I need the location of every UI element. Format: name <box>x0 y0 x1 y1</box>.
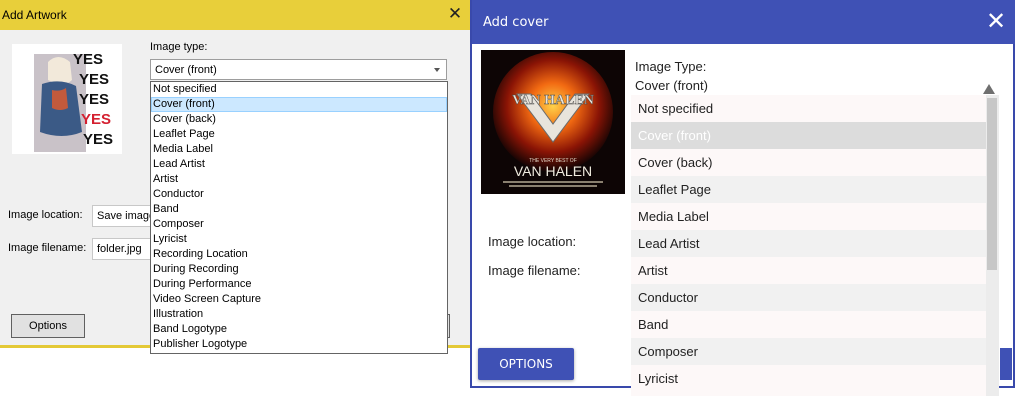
dropdown-option[interactable]: Lead Artist <box>151 157 447 172</box>
dropdown-option[interactable]: During Performance <box>151 277 447 292</box>
options-button[interactable]: Options <box>11 314 85 338</box>
dropdown-option[interactable]: Cover (front) <box>151 97 447 112</box>
scroll-up-arrow-icon[interactable] <box>983 84 995 94</box>
image-type-dropdown[interactable]: Not specified Cover (front) Cover (back) Le… <box>631 95 999 396</box>
dropdown-option[interactable]: Composer <box>151 217 447 232</box>
dropdown-option[interactable]: Not specified <box>151 82 447 97</box>
dropdown-option[interactable]: Video Screen Capture <box>151 292 447 307</box>
image-filename-label: Image filename: <box>488 263 581 278</box>
dropdown-option[interactable]: Artist <box>151 172 447 187</box>
artwork-logo: VAN HALEN <box>512 93 594 108</box>
close-icon[interactable]: ✕ <box>983 8 1009 34</box>
image-filename-value: folder.jpg <box>97 243 142 255</box>
image-location-label: Image location: <box>488 234 577 249</box>
dialog-titlebar: Add Artwork ✕ <box>0 0 470 30</box>
options-button[interactable]: OPTIONS <box>478 348 574 380</box>
dropdown-option[interactable]: Lyricist <box>631 365 986 392</box>
image-type-dropdown[interactable]: Not specified Cover (front) Cover (back) Le… <box>150 81 448 354</box>
image-filename-label: Image filename: <box>8 242 87 254</box>
dropdown-option[interactable]: Artist <box>631 257 986 284</box>
artwork-text-5: YES <box>83 131 113 148</box>
dropdown-option[interactable]: Illustration <box>151 307 447 322</box>
dropdown-option[interactable]: Cover (front) <box>631 122 986 149</box>
dropdown-option[interactable]: Publisher Logotype <box>151 337 447 352</box>
image-location-value: Save image <box>97 210 156 222</box>
dropdown-option[interactable]: Media Label <box>631 203 986 230</box>
dropdown-option[interactable]: Conductor <box>151 187 447 202</box>
dialog-header: Add cover ✕ <box>472 0 1015 44</box>
artwork-text-2: YES <box>79 71 109 88</box>
dropdown-option[interactable]: Not specified <box>631 95 986 122</box>
close-icon[interactable]: ✕ <box>446 5 464 23</box>
dropdown-option[interactable]: Leaflet Page <box>151 127 447 142</box>
image-type-value[interactable]: Cover (front) <box>635 78 708 93</box>
album-artwork: VAN HALEN THE VERY BEST OF VAN HALEN <box>481 50 625 194</box>
album-artwork: YES YES YES YES YES <box>12 44 122 154</box>
dropdown-option[interactable]: Media Label <box>151 142 447 157</box>
image-location-label: Image location: <box>8 209 83 221</box>
dropdown-option[interactable]: Composer <box>631 338 986 365</box>
artwork-band-name: VAN HALEN <box>514 163 592 179</box>
image-type-value: Cover (front) <box>155 64 217 76</box>
dropdown-option[interactable]: Leaflet Page <box>631 176 986 203</box>
dropdown-option[interactable]: Cover (back) <box>631 149 986 176</box>
ok-button[interactable] <box>1000 348 1012 380</box>
scrollbar-thumb[interactable] <box>987 98 997 270</box>
image-type-label: Image Type: <box>635 59 707 74</box>
dropdown-option[interactable]: Band Logotype <box>151 322 447 337</box>
artwork-text-3: YES <box>79 91 109 108</box>
image-type-select[interactable]: Cover (front) <box>150 59 447 80</box>
artwork-text-1: YES <box>73 51 103 68</box>
image-type-label: Image type: <box>150 41 208 53</box>
scrollbar[interactable] <box>986 95 999 396</box>
dialog-title: Add Artwork <box>2 8 67 22</box>
dropdown-option[interactable]: During Recording <box>151 262 447 277</box>
dialog-title: Add cover <box>483 15 549 30</box>
dropdown-option[interactable]: Band <box>151 202 447 217</box>
chevron-down-icon <box>434 68 440 72</box>
dropdown-option[interactable]: Lead Artist <box>631 230 986 257</box>
dropdown-option[interactable]: Cover (back) <box>151 112 447 127</box>
artwork-text-4: YES <box>81 111 111 128</box>
dropdown-option[interactable]: Conductor <box>631 284 986 311</box>
dropdown-option[interactable]: Band <box>631 311 986 338</box>
dropdown-option[interactable]: Recording Location <box>151 247 447 262</box>
dropdown-option[interactable]: Lyricist <box>151 232 447 247</box>
